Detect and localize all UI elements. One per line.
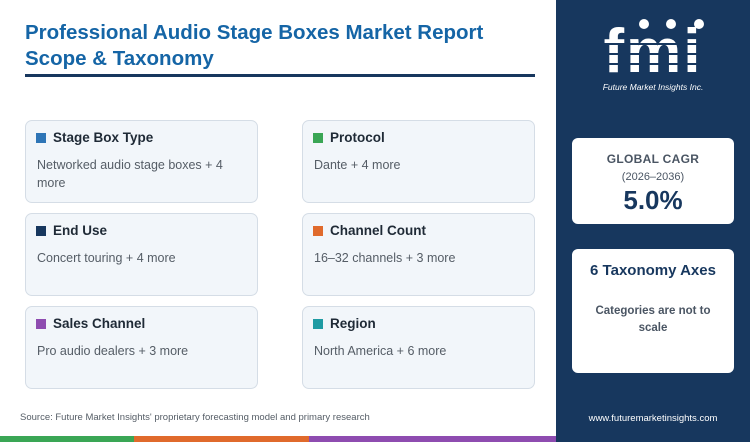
taxonomy-note: Categories are not to scale (595, 305, 711, 334)
color-bar-segment (309, 436, 556, 442)
card-value: Networked audio stage boxes + 4 more (37, 158, 223, 190)
cagr-card: GLOBAL CAGR (2026–2036) 5.0% (572, 138, 734, 224)
website-link[interactable]: www.futuremarketinsights.com (556, 413, 750, 424)
summary-sidebar: fmi Future Market Insights Inc. GLOBAL C… (556, 0, 750, 442)
card-value: 16–32 channels + 3 more (314, 251, 456, 265)
card-end-use: End Use Concert touring + 4 more (25, 213, 258, 296)
card-title: Region (330, 316, 376, 331)
taxonomy-title: 6 Taxonomy Axes (590, 262, 716, 279)
card-value: North America + 6 more (314, 344, 447, 358)
cagr-label: GLOBAL CAGR (606, 152, 700, 166)
square-icon (313, 318, 323, 329)
card-region: Region North America + 6 more (302, 306, 535, 389)
card-protocol: Protocol Dante + 4 more (302, 120, 535, 203)
cagr-value: 5.0% (623, 185, 683, 215)
square-icon (36, 225, 46, 236)
cagr-years: (2026–2036) (621, 171, 685, 183)
card-value: Concert touring + 4 more (37, 251, 176, 265)
logo-mark: fmi (604, 17, 703, 86)
card-stage-box-type: Stage Box Type Networked audio stage box… (25, 120, 258, 203)
title-divider (25, 74, 535, 77)
card-title: Channel Count (330, 223, 426, 238)
logo-tagline: Future Market Insights Inc. (602, 82, 704, 92)
square-icon (36, 318, 46, 329)
card-title: End Use (53, 223, 108, 238)
card-value: Pro audio dealers + 3 more (37, 344, 189, 358)
card-sales-channel: Sales Channel Pro audio dealers + 3 more (25, 306, 258, 389)
source-note: Source: Future Market Insights' propriet… (20, 412, 370, 423)
card-title: Sales Channel (53, 316, 146, 331)
color-bar-segment (134, 436, 309, 442)
square-icon (313, 225, 323, 236)
card-value: Dante + 4 more (314, 158, 401, 172)
card-title: Protocol (330, 130, 385, 145)
color-bar-segment (0, 436, 134, 442)
square-icon (313, 132, 323, 143)
card-title: Stage Box Type (53, 130, 154, 145)
color-bar (0, 436, 556, 442)
card-channel-count: Channel Count 16–32 channels + 3 more (302, 213, 535, 296)
page-title: Professional Audio Stage Boxes Market Re… (25, 21, 484, 70)
taxonomy-card: 6 Taxonomy Axes Categories are not to sc… (572, 249, 734, 373)
report-panel: Professional Audio Stage Boxes Market Re… (0, 0, 556, 442)
square-icon (36, 132, 46, 143)
